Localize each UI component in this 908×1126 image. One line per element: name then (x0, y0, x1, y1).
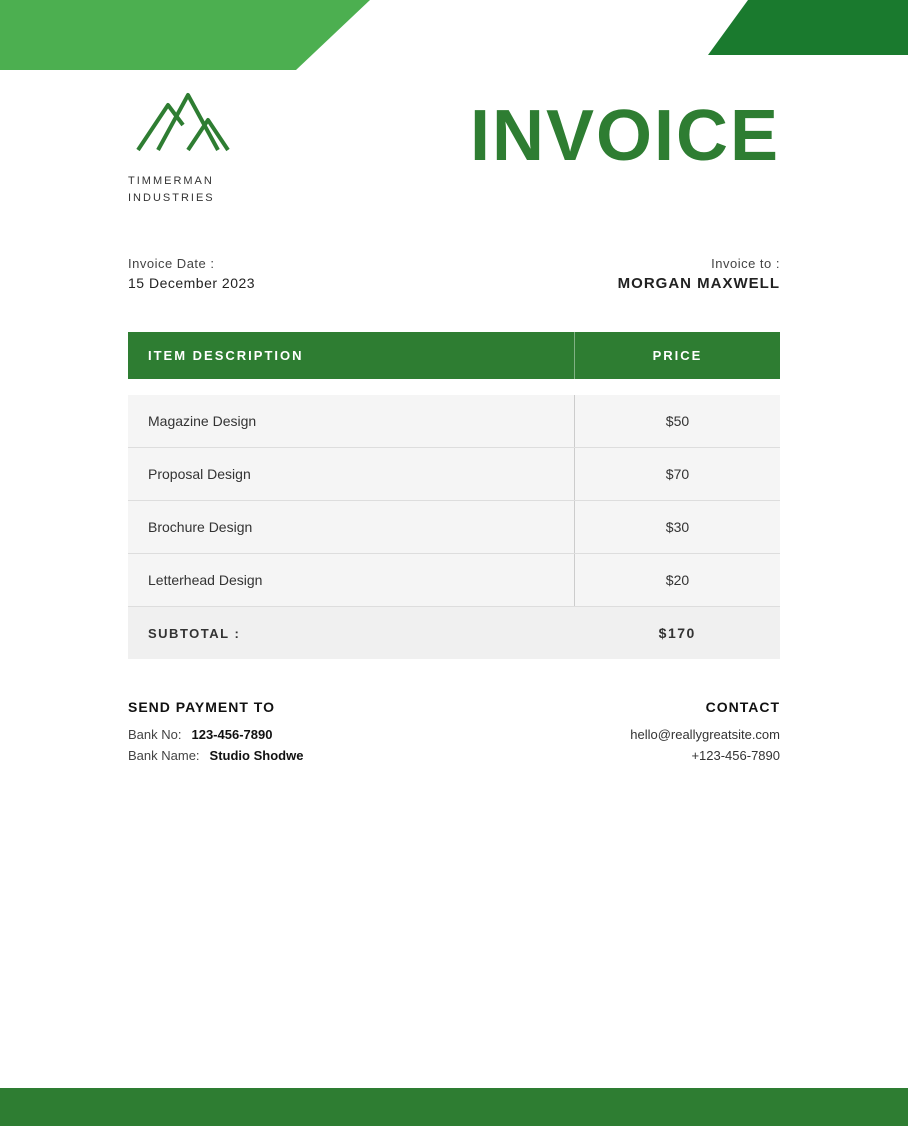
mountain-icon (128, 90, 238, 165)
invoice-to-section: Invoice to : MORGAN MAXWELL (618, 256, 780, 292)
date-label: Invoice Date : (128, 256, 255, 271)
bank-name-value: Studio Shodwe (210, 748, 304, 763)
item-description: Brochure Design (128, 501, 574, 554)
table-row: Letterhead Design $20 (128, 554, 780, 607)
item-description: Magazine Design (128, 395, 574, 448)
subtotal-label: SUBTOTAL : (128, 607, 574, 660)
col-description-header: ITEM DESCRIPTION (128, 332, 574, 379)
item-price: $70 (574, 448, 780, 501)
invoice-title: INVOICE (470, 100, 780, 172)
bank-no-value: 123-456-7890 (191, 727, 272, 742)
table-row: Brochure Design $30 (128, 501, 780, 554)
item-description: Letterhead Design (128, 554, 574, 607)
company-name: TIMMERMAN INDUSTRIES (128, 173, 238, 206)
footer-section: SEND PAYMENT TO Bank No: 123-456-7890 Ba… (128, 699, 780, 769)
bank-no-row: Bank No: 123-456-7890 (128, 727, 303, 742)
main-content: TIMMERMAN INDUSTRIES INVOICE Invoice Dat… (128, 90, 780, 1076)
contact-phone: +123-456-7890 (630, 748, 780, 763)
to-value: MORGAN MAXWELL (618, 275, 780, 292)
spacer-row-1 (128, 379, 780, 395)
item-description: Proposal Design (128, 448, 574, 501)
top-left-decoration (0, 0, 370, 70)
company-logo-area: TIMMERMAN INDUSTRIES (128, 90, 238, 206)
invoice-table: ITEM DESCRIPTION PRICE Magazine Design $… (128, 332, 780, 659)
invoice-page: TIMMERMAN INDUSTRIES INVOICE Invoice Dat… (0, 0, 908, 1126)
contact-section: CONTACT hello@reallygreatsite.com +123-4… (630, 699, 780, 769)
invoice-meta: Invoice Date : 15 December 2023 Invoice … (128, 256, 780, 292)
table-row: Proposal Design $70 (128, 448, 780, 501)
col-price-header: PRICE (574, 332, 780, 379)
bank-no-label: Bank No: (128, 727, 181, 742)
bank-name-row: Bank Name: Studio Shodwe (128, 748, 303, 763)
item-price: $50 (574, 395, 780, 448)
subtotal-row: SUBTOTAL : $170 (128, 607, 780, 660)
bottom-bar-decoration (0, 1088, 908, 1126)
to-label: Invoice to : (618, 256, 780, 271)
payment-heading: SEND PAYMENT TO (128, 699, 303, 715)
top-right-decoration (708, 0, 908, 55)
table-header-row: ITEM DESCRIPTION PRICE (128, 332, 780, 379)
item-price: $20 (574, 554, 780, 607)
contact-email: hello@reallygreatsite.com (630, 727, 780, 742)
bank-name-label: Bank Name: (128, 748, 200, 763)
contact-heading: CONTACT (630, 699, 780, 715)
logo-section: TIMMERMAN INDUSTRIES INVOICE (128, 90, 780, 206)
subtotal-value: $170 (574, 607, 780, 660)
table-row: Magazine Design $50 (128, 395, 780, 448)
invoice-date-section: Invoice Date : 15 December 2023 (128, 256, 255, 292)
item-price: $30 (574, 501, 780, 554)
payment-section: SEND PAYMENT TO Bank No: 123-456-7890 Ba… (128, 699, 303, 769)
date-value: 15 December 2023 (128, 275, 255, 291)
